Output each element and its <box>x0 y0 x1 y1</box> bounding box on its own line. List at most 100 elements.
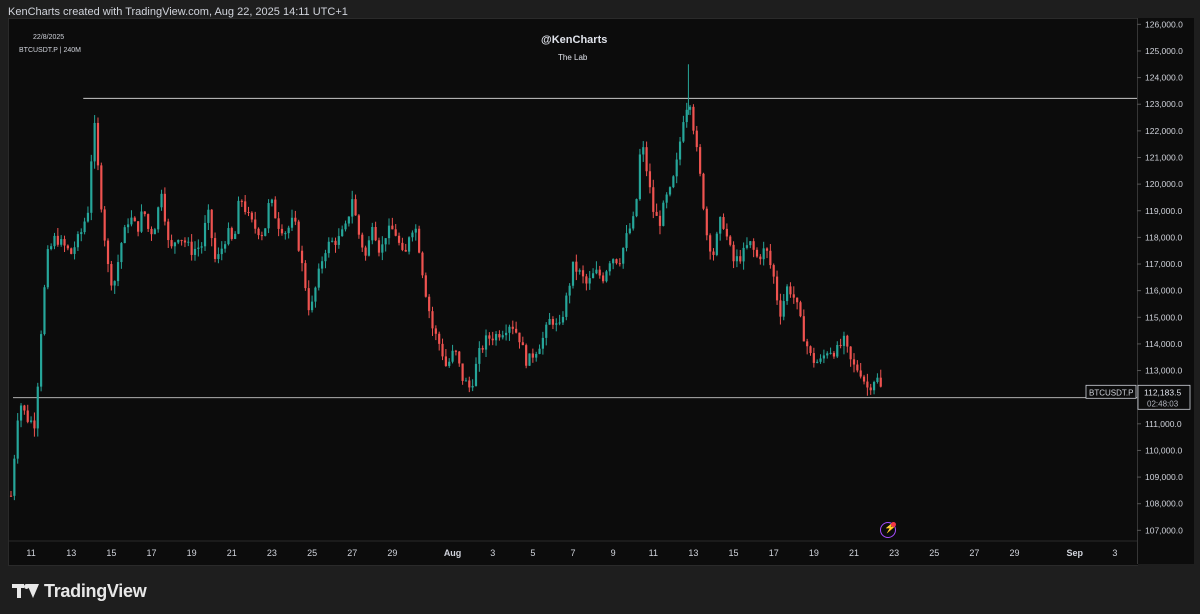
candle-body <box>73 247 76 254</box>
candle-body <box>448 361 451 366</box>
candle-body <box>612 259 615 264</box>
candle-body <box>672 176 675 188</box>
candle-body <box>608 263 611 272</box>
candle-body <box>561 316 565 323</box>
candle-body <box>725 228 728 237</box>
x-tick-label: Aug <box>444 548 462 558</box>
candle-body <box>321 261 324 269</box>
candle-body <box>106 240 110 265</box>
candle-body <box>324 253 327 262</box>
y-tick-label: 126,000.0 <box>1145 19 1183 29</box>
candle-body <box>568 285 571 296</box>
candle-body <box>254 219 257 229</box>
candle-body <box>217 254 220 259</box>
y-tick-label: 107,000.0 <box>1145 525 1183 535</box>
candle-body <box>153 229 156 235</box>
candle-body <box>197 247 200 249</box>
candle-body <box>424 275 427 297</box>
candle-body <box>43 287 46 335</box>
candle-body <box>100 165 103 210</box>
candle-body <box>702 173 705 209</box>
candle-body <box>806 341 809 347</box>
candle-body <box>374 226 377 241</box>
candle-body <box>558 322 561 324</box>
candle-body <box>337 236 340 245</box>
candle-body <box>692 106 695 131</box>
candle-body <box>244 201 247 212</box>
candle-body <box>354 199 357 216</box>
candle-body <box>578 270 581 272</box>
candle-body <box>551 318 555 325</box>
candle-body <box>615 259 618 264</box>
candle-body <box>377 240 381 253</box>
candle-body <box>699 147 702 174</box>
candle-body <box>434 328 437 334</box>
candle-body <box>83 221 86 233</box>
candle-body <box>535 353 538 358</box>
candle-body <box>36 386 39 429</box>
candle-body <box>29 420 33 422</box>
candle-body <box>120 243 123 263</box>
candle-body <box>391 225 394 230</box>
candle-body <box>203 222 207 247</box>
candle-body <box>63 239 66 246</box>
candle-body <box>762 248 765 260</box>
candle-body <box>665 194 668 203</box>
candle-body <box>207 209 210 223</box>
candle-body <box>545 324 548 338</box>
candle-body <box>310 301 314 311</box>
tradingview-wordmark: TradingView <box>44 580 147 601</box>
candle-body <box>739 256 742 262</box>
symbol-tag-label: BTCUSDT.P <box>1089 388 1133 397</box>
symbol-interval-label[interactable]: BTCUSDT.P | 240M <box>19 47 81 54</box>
candle-body <box>40 334 43 387</box>
candle-body <box>170 240 173 247</box>
candle-body <box>799 302 802 317</box>
candle-body <box>826 353 829 356</box>
candle-body <box>210 209 213 239</box>
candle-body <box>709 235 712 252</box>
tradingview-branding: TradingView <box>12 580 147 602</box>
candle-body <box>401 242 404 250</box>
candle-body <box>441 343 444 357</box>
candle-body <box>223 244 227 249</box>
candle-body <box>227 228 230 245</box>
candle-body <box>541 337 544 349</box>
candle-body <box>695 130 698 148</box>
candle-body <box>819 358 822 362</box>
candle-body <box>90 161 93 213</box>
x-tick-label: Sep <box>1067 548 1084 558</box>
candle-body <box>418 228 421 253</box>
candle-body <box>431 311 434 329</box>
candle-body <box>411 232 414 238</box>
candle-body <box>655 211 658 216</box>
x-tick-label: 25 <box>929 548 939 558</box>
y-tick-label: 109,000.0 <box>1145 472 1183 482</box>
x-tick-label: 29 <box>1010 548 1020 558</box>
candle-body <box>307 288 310 311</box>
y-tick-label: 121,000.0 <box>1145 152 1183 162</box>
candle-body <box>515 328 518 333</box>
y-tick-label: 110,000.0 <box>1145 445 1182 455</box>
candle-body <box>341 229 344 237</box>
candle-body <box>464 380 468 382</box>
candle-body <box>879 377 882 387</box>
candle-body <box>387 225 391 239</box>
y-tick-label: 122,000.0 <box>1145 126 1183 136</box>
candle-body <box>769 250 772 266</box>
candle-body <box>367 240 371 256</box>
candle-body <box>822 355 825 359</box>
candle-body <box>862 376 866 382</box>
candle-body <box>705 208 708 236</box>
candle-body <box>842 335 846 346</box>
candle-body <box>565 295 568 317</box>
candle-body <box>836 344 839 357</box>
candle-body <box>113 281 116 286</box>
candle-body <box>521 342 524 346</box>
lightning-alert-icon[interactable]: ⚡ <box>880 522 896 538</box>
tradingview-logo-icon <box>12 583 39 599</box>
x-tick-label: 11 <box>26 548 35 558</box>
candle-body <box>357 215 361 235</box>
candle-body <box>628 228 631 234</box>
candle-body <box>531 353 534 358</box>
